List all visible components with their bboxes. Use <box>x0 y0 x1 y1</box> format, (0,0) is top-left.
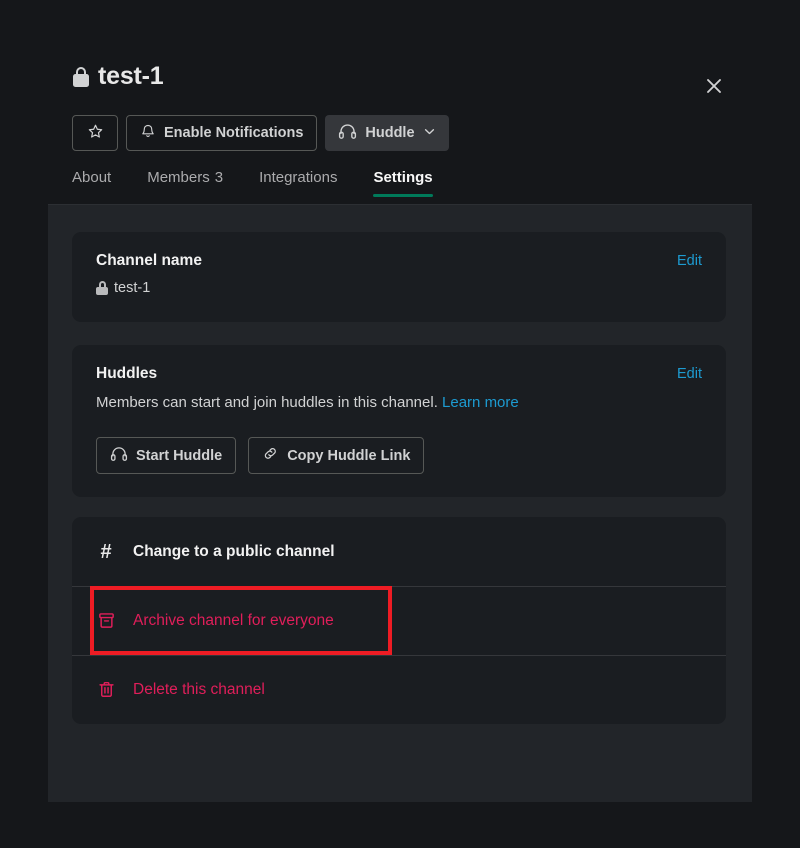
star-icon <box>87 123 104 144</box>
headphones-icon <box>338 123 357 144</box>
delete-channel-label: Delete this channel <box>133 681 265 699</box>
lock-icon <box>72 67 89 87</box>
tab-members-label: Members <box>147 169 210 186</box>
tab-integrations-label: Integrations <box>259 169 337 186</box>
channel-details-header: test-1 Enable Notifications <box>0 0 800 205</box>
tab-about[interactable]: About <box>72 170 129 197</box>
lock-icon <box>96 281 108 295</box>
channel-name-card: Channel name Edit test-1 <box>72 232 726 322</box>
channel-name-card-title: Channel name <box>96 252 202 270</box>
settings-panel: Channel name Edit test-1 Huddles Edit Me… <box>48 205 752 802</box>
copy-huddle-link-button[interactable]: Copy Huddle Link <box>248 437 424 474</box>
hash-icon: # <box>96 542 116 562</box>
channel-management-card: # Change to a public channel Archive cha… <box>72 517 726 724</box>
channel-name-value-row: test-1 <box>96 280 150 296</box>
close-icon[interactable] <box>698 70 730 102</box>
change-to-public-channel-row[interactable]: # Change to a public channel <box>72 517 726 586</box>
star-button[interactable] <box>72 115 118 151</box>
bell-icon <box>140 123 156 144</box>
channel-action-buttons: Enable Notifications Huddle <box>72 115 449 151</box>
change-to-public-channel-label: Change to a public channel <box>133 543 335 561</box>
copy-huddle-link-label: Copy Huddle Link <box>287 448 410 464</box>
start-huddle-button[interactable]: Start Huddle <box>96 437 236 474</box>
edit-huddles-link[interactable]: Edit <box>677 366 702 382</box>
huddles-card-title: Huddles <box>96 365 157 383</box>
huddle-buttons: Start Huddle Copy Huddle Link <box>96 437 424 474</box>
archive-icon <box>96 611 116 631</box>
channel-tabs: About Members 3 Integrations Settings <box>72 170 451 197</box>
huddles-description: Members can start and join huddles in th… <box>96 393 519 413</box>
archive-channel-row[interactable]: Archive channel for everyone <box>72 586 726 655</box>
huddle-button[interactable]: Huddle <box>325 115 448 151</box>
edit-channel-name-link[interactable]: Edit <box>677 253 702 269</box>
members-count: 3 <box>215 169 223 186</box>
channel-name-value: test-1 <box>114 280 150 296</box>
huddle-label: Huddle <box>365 125 414 141</box>
archive-channel-label: Archive channel for everyone <box>133 612 334 630</box>
page-title: test-1 <box>72 64 164 89</box>
huddles-description-text: Members can start and join huddles in th… <box>96 394 438 411</box>
enable-notifications-label: Enable Notifications <box>164 125 303 141</box>
channel-name-title: test-1 <box>98 64 164 89</box>
huddles-card: Huddles Edit Members can start and join … <box>72 345 726 497</box>
tab-settings[interactable]: Settings <box>355 170 450 197</box>
tab-members[interactable]: Members 3 <box>129 170 241 197</box>
chevron-down-icon <box>423 125 436 142</box>
start-huddle-label: Start Huddle <box>136 448 222 464</box>
tab-integrations[interactable]: Integrations <box>241 170 355 197</box>
headphones-icon <box>110 446 128 466</box>
tab-about-label: About <box>72 169 111 186</box>
tab-settings-label: Settings <box>373 169 432 186</box>
link-icon <box>262 445 279 466</box>
delete-channel-row[interactable]: Delete this channel <box>72 655 726 724</box>
trash-icon <box>96 680 116 700</box>
huddles-learn-more-link[interactable]: Learn more <box>442 394 519 411</box>
enable-notifications-button[interactable]: Enable Notifications <box>126 115 317 151</box>
